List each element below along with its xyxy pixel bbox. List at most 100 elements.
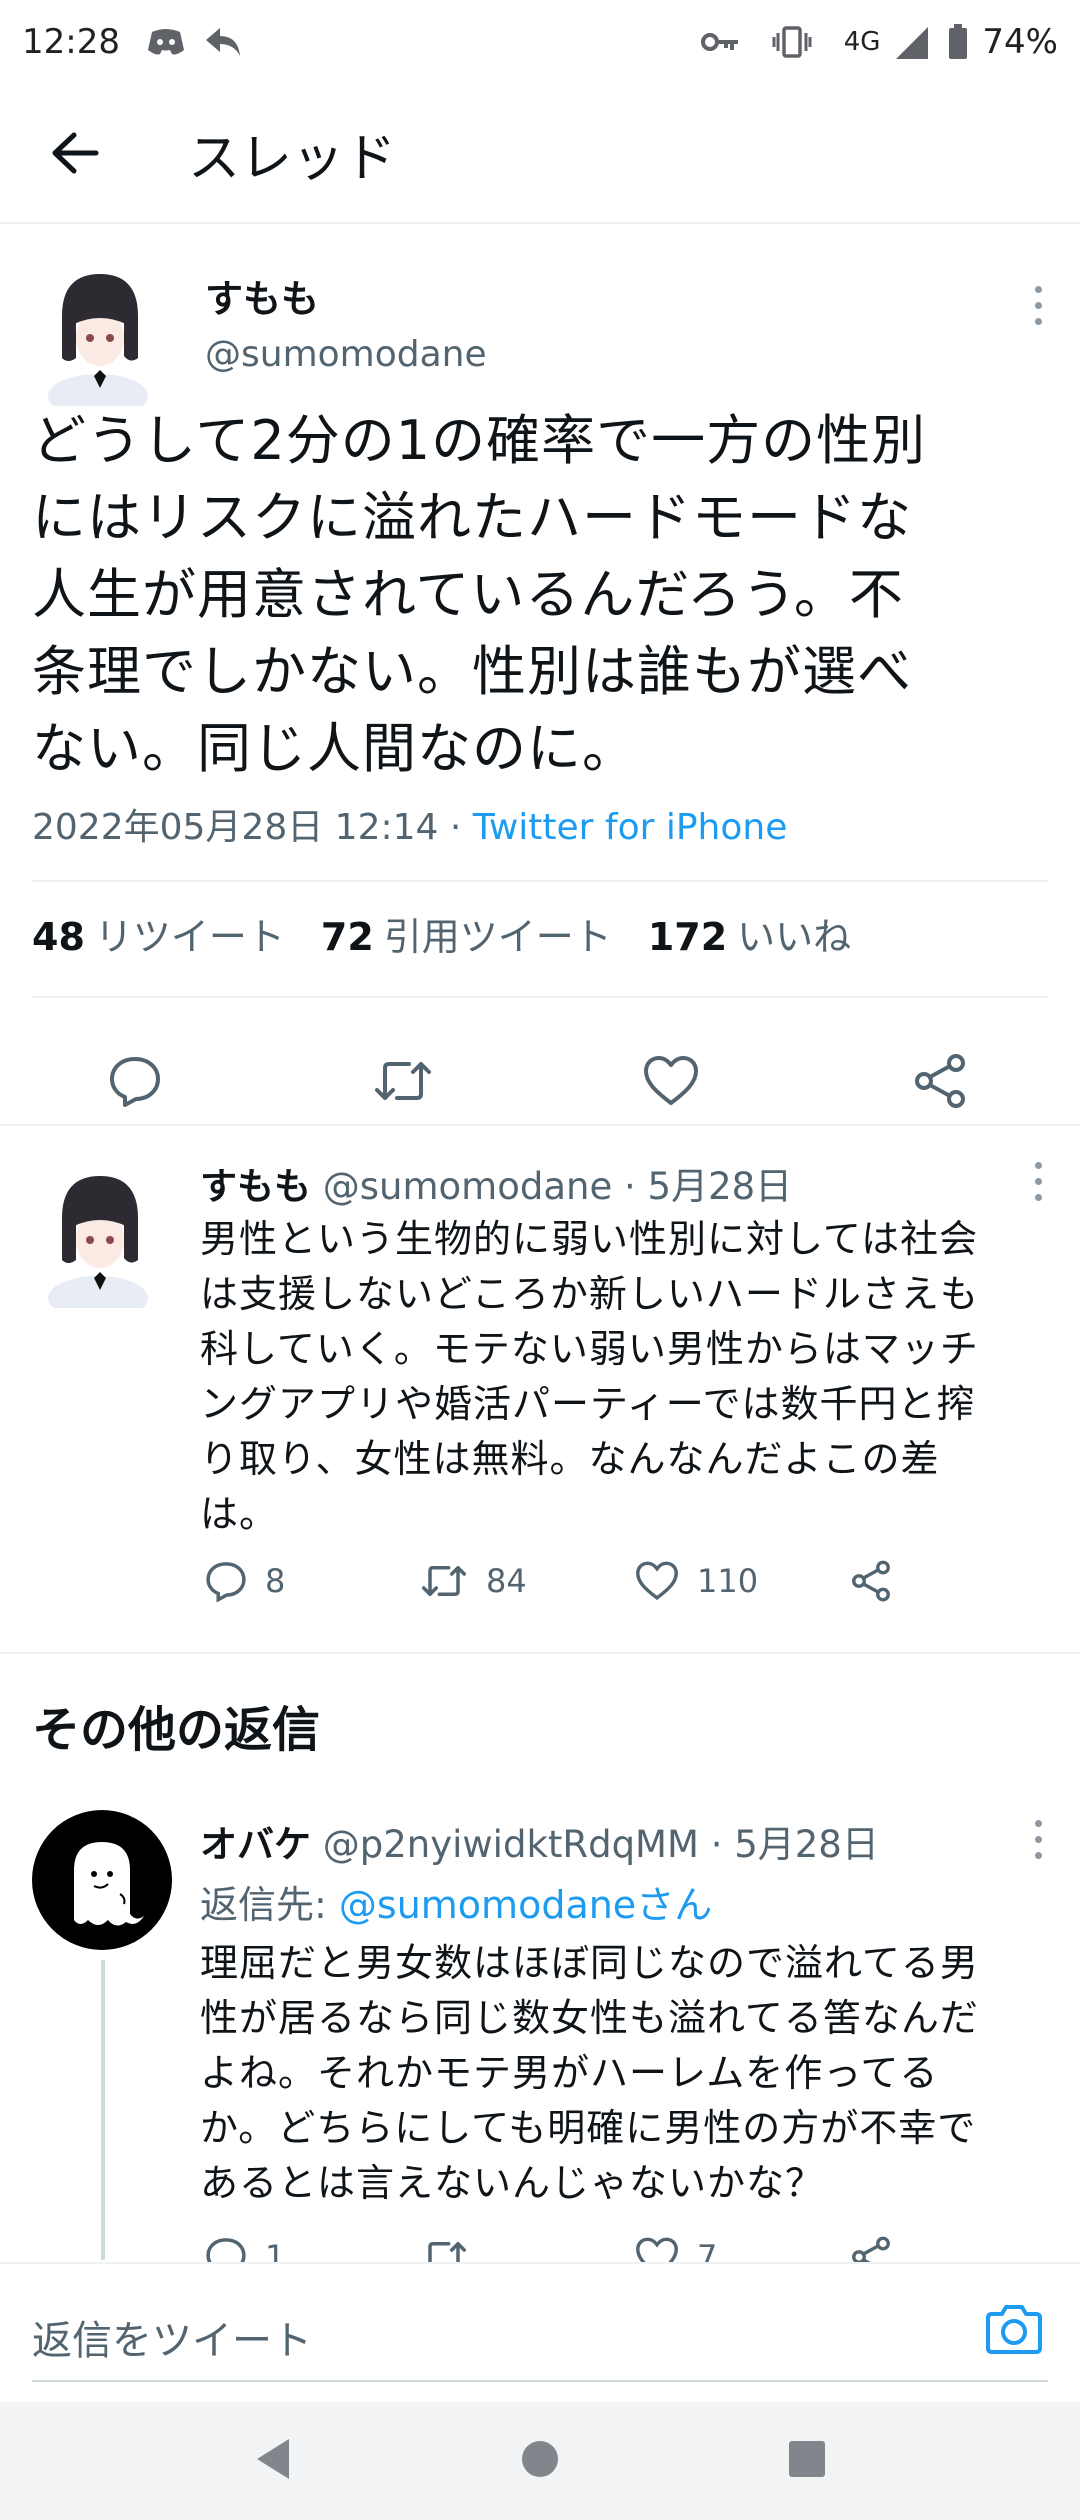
reply-button[interactable]	[95, 1041, 175, 1121]
reply-to-mention[interactable]: @sumomodaneさん	[339, 1883, 712, 1927]
retweets-label: リツイート	[94, 915, 285, 959]
retweet-count: 84	[486, 1562, 527, 1600]
share-button[interactable]	[900, 1041, 980, 1121]
divider	[0, 1124, 1080, 1126]
tweet-stats: 48 リツイート 72 引用ツイート 172 いいね	[32, 906, 851, 961]
reply-to: 返信先: @sumomodaneさん	[200, 1874, 712, 1929]
tweet-meta: 2022年05月28日 12:14 · Twitter for iPhone	[32, 798, 787, 850]
key-icon	[700, 30, 740, 54]
like-button[interactable]	[631, 1041, 711, 1121]
reply-actions: 8 84 110	[205, 1560, 930, 1602]
home-nav-button[interactable]	[520, 2439, 560, 2483]
likes-count: 172	[647, 915, 728, 959]
divider	[32, 996, 1048, 998]
user-handle[interactable]: @p2nyiwidktRdqMM	[323, 1823, 699, 1866]
reply-input[interactable]: 返信をツイート	[32, 2308, 312, 2366]
reply-date: · 5月28日	[624, 1165, 793, 1208]
retweets-count: 48	[32, 915, 85, 959]
reply-text-line: り取り、女性は無料。なんなんだよこの差	[200, 1437, 940, 1481]
reply-count: 8	[265, 1562, 286, 1600]
reply-button[interactable]: 8	[205, 1560, 420, 1602]
page-title: スレッド	[188, 128, 397, 189]
status-bar: 12:28 4G 74%	[0, 0, 1080, 84]
system-nav-bar	[0, 2402, 1080, 2520]
tweet-text-line: どうして2分の1の確率で一方の性別	[32, 409, 927, 472]
app-bar: スレッド	[0, 84, 1080, 224]
input-underline	[32, 2380, 1048, 2382]
quotes-count: 72	[320, 915, 374, 959]
share-button[interactable]	[850, 1560, 930, 1602]
reply-text-line: 科していく。モテない弱い男性からはマッチ	[200, 1327, 979, 1371]
vibrate-icon	[772, 25, 812, 59]
reply-text-line: 性が居るなら同じ数女性も溢れてる筈なんだ	[200, 1996, 979, 2040]
back-button[interactable]	[0, 83, 150, 223]
network-type: 4G	[843, 27, 881, 57]
user-handle[interactable]: @sumomodane	[205, 334, 487, 375]
camera-button[interactable]	[982, 2298, 1046, 2362]
likes-label: いいね	[737, 915, 852, 959]
reply-text: 男性という生物的に弱い性別に対しては社会 は支援しないどころか新しいハードルさえ…	[200, 1212, 1050, 1542]
reply-date: · 5月28日	[710, 1823, 879, 1866]
avatar[interactable]	[40, 1168, 160, 1308]
reply-arrow-icon	[204, 26, 242, 58]
heart-icon	[636, 1561, 678, 1601]
tweet-text-line: 条理でしかない。性別は誰もが選べ	[32, 640, 912, 703]
display-name[interactable]: オバケ	[200, 1823, 311, 1866]
section-title: その他の返信	[32, 1702, 321, 1758]
share-icon	[852, 1560, 890, 1602]
retweets-stat[interactable]: 48 リツイート	[32, 906, 285, 961]
tweet-source-link[interactable]: Twitter for iPhone	[473, 807, 788, 848]
avatar[interactable]	[40, 266, 160, 406]
reply-icon	[206, 1562, 246, 1602]
tweet-actions	[0, 1021, 1080, 1141]
quotes-label: 引用ツイート	[383, 915, 612, 959]
camera-icon	[986, 2305, 1042, 2354]
likes-stat[interactable]: 172 いいね	[648, 906, 851, 961]
tweet-text-line: 人生が用意されているんだろう。不	[32, 563, 904, 626]
square-recents-icon	[788, 2441, 825, 2477]
tweet-text-line: にはリスクに溢れたハードモードな	[32, 486, 912, 549]
reply-header: オバケ @p2nyiwidktRdqMM · 5月28日	[200, 1814, 879, 1868]
display-name[interactable]: すもも	[200, 1165, 311, 1208]
tweet-text-line: ない。同じ人間なのに。	[32, 717, 637, 780]
signal-icon	[894, 25, 930, 59]
thread-connector	[101, 1960, 105, 2260]
reply-header: すもも @sumomodane · 5月28日	[200, 1156, 792, 1210]
retweet-icon	[375, 1062, 431, 1100]
like-count: 110	[697, 1562, 759, 1600]
status-time: 12:28	[22, 22, 120, 62]
ghost-icon	[74, 1842, 144, 1926]
reply-text-line: ングアプリや婚活パーティーでは数千円と搾	[200, 1382, 976, 1426]
retweet-icon	[422, 1566, 466, 1596]
divider	[0, 1652, 1080, 1654]
battery-percent: 74%	[982, 22, 1058, 62]
discord-icon	[146, 26, 186, 58]
like-button[interactable]: 110	[635, 1560, 850, 1602]
share-icon	[915, 1054, 965, 1108]
tweet-timestamp[interactable]: 2022年05月28日 12:14	[32, 807, 438, 848]
reply-text-line: 男性という生物的に弱い性別に対しては社会	[200, 1217, 979, 1261]
avatar[interactable]	[32, 1810, 172, 1950]
retweet-button[interactable]	[363, 1041, 443, 1121]
more-options-icon[interactable]	[1035, 286, 1042, 325]
battery-icon	[948, 24, 968, 60]
quotes-stat[interactable]: 72 引用ツイート	[321, 906, 612, 961]
triangle-back-icon	[257, 2439, 290, 2479]
back-arrow-icon	[52, 132, 99, 174]
tweet-text: どうして2分の1の確率で一方の性別 にはリスクに溢れたハードモードな 人生が用意…	[32, 402, 1052, 787]
back-nav-button[interactable]	[253, 2437, 293, 2485]
retweet-button[interactable]: 84	[420, 1560, 635, 1602]
reply-text-line: か。どちらにしても明確に男性の方が不幸で	[200, 2106, 977, 2150]
user-handle[interactable]: @sumomodane	[323, 1165, 612, 1208]
reply-text-line: は。	[200, 1492, 279, 1536]
reply-text: 理屈だと男女数はほぼ同じなので溢れてる男 性が居るなら同じ数女性も溢れてる筈なん…	[200, 1936, 1050, 2211]
circle-home-icon	[521, 2441, 558, 2477]
more-options-icon[interactable]	[1035, 1820, 1042, 1859]
recents-nav-button[interactable]	[787, 2439, 827, 2483]
reply-text-line: は支援しないどころか新しいハードルさえも	[200, 1272, 979, 1316]
reply-text-line: 理屈だと男女数はほぼ同じなので溢れてる男	[200, 1941, 979, 1985]
more-options-icon[interactable]	[1035, 1162, 1042, 1201]
reply-to-label: 返信先:	[200, 1883, 327, 1927]
heart-icon	[644, 1056, 698, 1105]
display-name[interactable]: すもも	[205, 268, 319, 323]
